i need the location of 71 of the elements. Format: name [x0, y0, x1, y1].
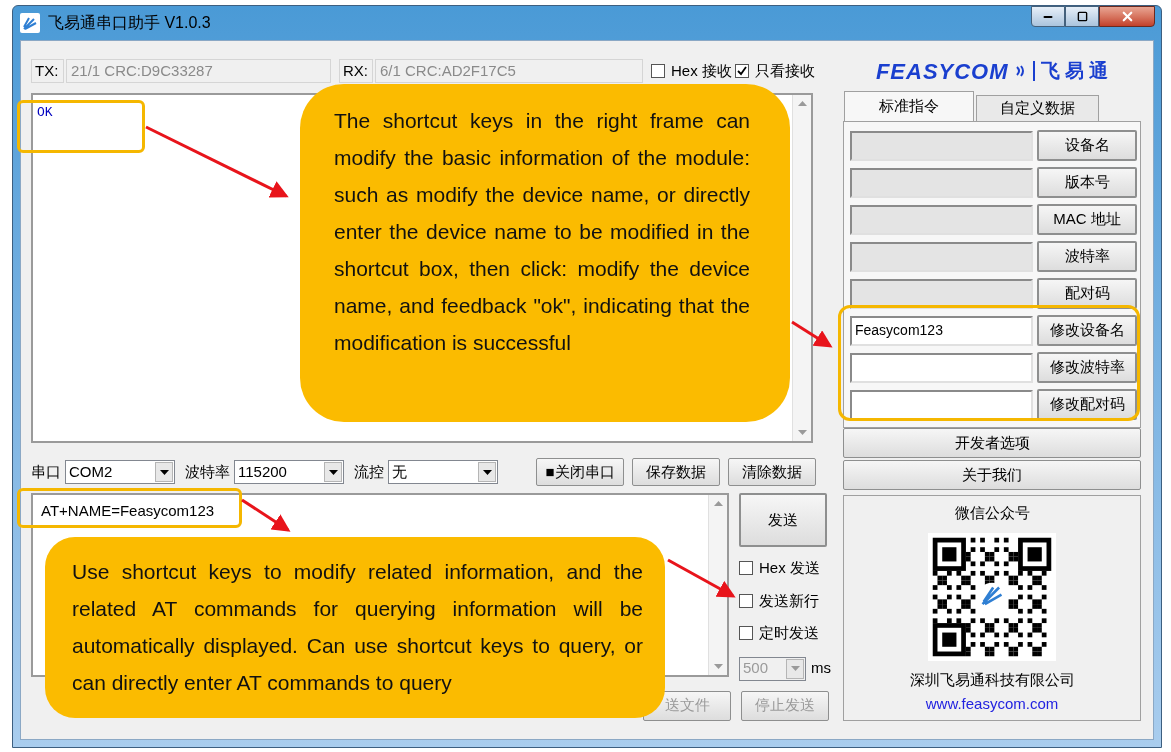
checkbox[interactable]: 发送新行 — [739, 589, 831, 612]
maximize-icon[interactable] — [1076, 11, 1088, 22]
scroll-down-icon[interactable] — [797, 430, 807, 435]
command-button[interactable]: 设备名 — [1037, 130, 1137, 161]
checkbox[interactable]: Hex 接收 — [651, 59, 732, 83]
checkbox-box[interactable] — [739, 593, 753, 608]
setting-label: 串口 — [31, 461, 61, 482]
setting-dropdown[interactable]: COM2 — [65, 460, 175, 484]
received-text: OK — [37, 105, 53, 120]
rx-counter-field: 6/1 CRC:AD2F17C5 — [375, 59, 643, 83]
setting-label: 波特率 — [185, 461, 230, 482]
scrollbar[interactable] — [708, 495, 727, 675]
command-button[interactable]: 修改设备名 — [1037, 315, 1137, 346]
checkbox-box[interactable] — [651, 64, 665, 78]
scroll-down-icon[interactable] — [713, 664, 723, 669]
brand-name: 飞 易 通 — [1040, 58, 1109, 83]
command-button[interactable]: 版本号 — [1037, 167, 1137, 198]
checkbox[interactable]: Hex 发送 — [739, 557, 831, 580]
send-button[interactable]: 发送 — [739, 493, 827, 547]
app-logo-icon — [20, 13, 40, 33]
toolbar-button[interactable]: ■关闭串口 — [536, 458, 624, 486]
maximize-button[interactable] — [1065, 6, 1099, 27]
tab[interactable]: 自定义数据 — [976, 95, 1099, 121]
checkbox-box[interactable] — [734, 64, 749, 78]
arrow — [241, 498, 291, 532]
scroll-up-icon[interactable] — [797, 101, 807, 106]
arrow — [791, 320, 833, 348]
callout-text: Use shortcut keys to modify related information, and the related AT commands for querying information will be automatically displayed. Can use shortcut keys to query, or can directly enter AT commands to query — [72, 559, 643, 696]
command-button[interactable]: 波特率 — [1037, 241, 1137, 272]
window-title: 飞易通串口助手 V1.0.3 — [48, 13, 211, 33]
checkbox-box[interactable] — [739, 626, 753, 641]
toolbar-button[interactable]: 保存数据 — [632, 458, 720, 486]
minimize-button[interactable] — [1031, 6, 1065, 27]
command-field[interactable] — [850, 167, 1033, 198]
company-name: 深圳飞易通科技有限公司 — [909, 669, 1075, 690]
command-field[interactable] — [850, 241, 1033, 272]
close-button[interactable] — [1099, 6, 1155, 27]
command-button[interactable]: 修改配对码 — [1037, 389, 1137, 420]
command-button[interactable]: 配对码 — [1037, 278, 1137, 309]
command-button[interactable]: MAC 地址 — [1037, 204, 1137, 235]
rx-label: RX: — [339, 59, 373, 83]
command-field[interactable]: Feasycom123 — [850, 315, 1033, 346]
wechat-title: 微信公众号 — [954, 503, 1030, 523]
command-field[interactable] — [850, 278, 1033, 309]
checkbox[interactable]: 只看接收 — [734, 59, 815, 83]
command-button[interactable]: 修改波特率 — [1037, 352, 1137, 383]
command-field[interactable] — [850, 204, 1033, 235]
arrow — [667, 558, 736, 598]
brand-logo: FEASYCOM — [875, 57, 1009, 86]
scroll-up-icon[interactable] — [713, 501, 723, 506]
panel-button[interactable]: 开发者选项 — [843, 428, 1141, 458]
tx-label: TX: — [31, 59, 64, 83]
checkbox-box[interactable] — [739, 561, 753, 576]
command-field[interactable] — [850, 130, 1033, 161]
website-link[interactable]: www.feasycom.com — [925, 693, 1059, 716]
command-field[interactable] — [850, 352, 1033, 383]
callout-text: The shortcut keys in the right frame can modify the basic information of the module: such as modify the device name, or directly enter the device name to be modified in the shortcut box, then click: modify the device name, and feedback "ok", indicating that the modification is successful — [334, 108, 750, 356]
toolbar-button[interactable]: 清除数据 — [728, 458, 816, 486]
tab[interactable]: 标准指令 — [844, 91, 974, 121]
send-text: AT+NAME=Feasycom123 — [41, 502, 215, 519]
setting-dropdown[interactable]: 115200 — [234, 460, 344, 484]
scrollbar[interactable] — [792, 95, 811, 441]
checkmark-icon — [736, 66, 747, 76]
unit-label: ms — [811, 658, 831, 679]
tx-counter-field: 21/1 CRC:D9C33287 — [66, 59, 331, 83]
panel-button[interactable]: 关于我们 — [843, 460, 1141, 490]
setting-label: 流控 — [354, 461, 384, 482]
command-field[interactable] — [850, 389, 1033, 420]
setting-dropdown[interactable]: 无 — [388, 460, 498, 484]
wave-icon — [1014, 64, 1027, 78]
checkbox[interactable]: 定时发送 — [739, 622, 831, 645]
